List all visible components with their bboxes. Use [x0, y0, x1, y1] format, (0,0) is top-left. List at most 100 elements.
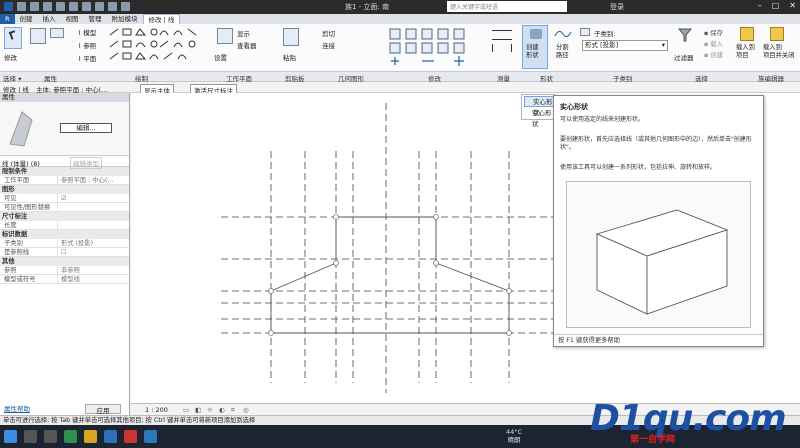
close-button[interactable]: ✕	[789, 1, 796, 10]
property-row[interactable]: 工作平面 参照平面 : 中心(...	[0, 176, 129, 185]
profile-outline[interactable]	[270, 216, 510, 334]
void-form-item[interactable]: 空心形状	[524, 108, 554, 128]
show-workplane-button[interactable]: 显示	[237, 28, 250, 38]
revit-icon[interactable]	[144, 430, 157, 443]
measure-icon[interactable]	[82, 2, 91, 11]
ref-plane-button[interactable]: ⌇ 平面	[78, 53, 96, 63]
load-and-close-icon	[770, 27, 784, 41]
load-selection-button[interactable]: ▪ 载入	[704, 39, 723, 48]
property-section-header[interactable]: 尺寸标注	[0, 212, 129, 221]
app-tab[interactable]: R	[0, 14, 15, 24]
crop-icon[interactable]: ⌗	[231, 406, 235, 415]
search-input[interactable]: 键入关键字或短语	[447, 1, 567, 12]
solid-form-item[interactable]: 实心形状	[524, 96, 554, 117]
property-section-header[interactable]: 图形	[0, 185, 129, 194]
text-icon[interactable]	[95, 2, 104, 11]
property-value[interactable]: 模型线	[58, 275, 129, 283]
create-form-button[interactable]: 创建 形状	[522, 25, 548, 69]
shadows-icon[interactable]: ◐	[219, 406, 225, 414]
property-key: 长度	[0, 221, 58, 229]
switch-windows-icon[interactable]	[121, 2, 130, 11]
edit-type-button[interactable]: 编辑类型	[70, 157, 102, 169]
property-row[interactable]: 子类别 形式 (投影)	[0, 239, 129, 248]
tooltip-title: 实心形状	[560, 103, 588, 111]
search-icon[interactable]	[24, 430, 37, 443]
app-menu-icon[interactable]	[4, 2, 13, 11]
visual-style-icon[interactable]: ◧	[195, 406, 201, 414]
load-into-project-button[interactable]: 载入到 项目	[736, 44, 755, 60]
save-icon[interactable]	[30, 2, 39, 11]
property-row[interactable]: 参照 非参照	[0, 266, 129, 275]
undo-icon[interactable]	[43, 2, 52, 11]
modify-button[interactable]	[4, 27, 22, 49]
view-scale[interactable]: 1 : 200	[145, 406, 168, 414]
property-row[interactable]: 可见性/图形替换	[0, 203, 129, 212]
cut-button[interactable]: 剪切	[322, 28, 335, 38]
split-path-button[interactable]: 分割 路径	[556, 44, 569, 60]
filter-icon[interactable]	[677, 28, 693, 42]
draw-tools[interactable]	[108, 27, 204, 65]
sun-path-icon[interactable]: ☼	[207, 406, 213, 414]
property-value[interactable]: 非参照	[58, 266, 129, 274]
properties-button[interactable]	[30, 28, 46, 44]
subcategory-select[interactable]: 形式 [投影] ▾	[582, 40, 668, 51]
tab-addins[interactable]: 附加模块	[107, 14, 143, 24]
dimension-icon[interactable]	[492, 44, 512, 52]
filter-button[interactable]: 过滤器	[674, 52, 694, 62]
property-value[interactable]: 形式 (投影)	[58, 239, 129, 247]
save-selection-button[interactable]: ▪ 保存	[704, 28, 723, 37]
property-value[interactable]: ☑	[58, 194, 129, 202]
login-link[interactable]: 登录	[610, 2, 624, 12]
folder-icon[interactable]	[84, 430, 97, 443]
edit-visibility-button[interactable]: 编辑...	[60, 123, 112, 133]
redo-icon[interactable]	[56, 2, 65, 11]
create-form-label: 创建 形状	[526, 44, 539, 59]
print-icon[interactable]	[69, 2, 78, 11]
extrusion-box-icon	[595, 209, 729, 315]
tab-create[interactable]: 创建	[15, 14, 38, 24]
set-workplane-button[interactable]	[217, 28, 233, 44]
paste-button[interactable]	[283, 28, 299, 46]
minimize-button[interactable]: –	[758, 1, 762, 10]
apply-button[interactable]: 应用	[85, 404, 121, 415]
property-value[interactable]	[58, 203, 129, 211]
property-section-header[interactable]: 其他	[0, 257, 129, 266]
tab-view[interactable]: 视图	[61, 14, 84, 24]
windows-start-icon[interactable]	[4, 430, 17, 443]
tab-manage[interactable]: 管理	[84, 14, 107, 24]
property-value[interactable]: ☐	[58, 248, 129, 256]
weather-widget[interactable]: 44°C 晴朗	[506, 428, 522, 444]
tab-insert[interactable]: 插入	[38, 14, 61, 24]
app-icon-2[interactable]	[124, 430, 137, 443]
viewer-button[interactable]: 查看器	[237, 40, 257, 50]
property-section-header[interactable]: 标识数据	[0, 230, 129, 239]
edit-selection-button[interactable]: ▪ 创建	[704, 50, 723, 59]
line-type-icon	[9, 111, 33, 147]
property-row[interactable]: 长度	[0, 221, 129, 230]
detail-level-icon[interactable]: ▭	[183, 406, 189, 414]
tab-modify-line[interactable]: 修改 | 线	[142, 14, 181, 24]
type-properties-button[interactable]	[50, 28, 64, 38]
property-value[interactable]: 参照平面 : 中心(...	[58, 176, 129, 184]
join-button[interactable]: 连接	[322, 40, 335, 50]
3d-view-icon[interactable]	[108, 2, 117, 11]
property-row[interactable]: 可见 ☑	[0, 194, 129, 203]
ref-line-button[interactable]: ⌇ 参照	[78, 40, 96, 50]
hide-icon[interactable]: ◎	[243, 406, 249, 414]
property-value[interactable]	[58, 221, 129, 229]
property-row[interactable]: 模型或符号 模型线	[0, 275, 129, 284]
browser-icon[interactable]	[104, 430, 117, 443]
property-row[interactable]: 是参照线 ☐	[0, 248, 129, 257]
modify-tools[interactable]	[388, 27, 490, 67]
task-view-icon[interactable]	[44, 430, 57, 443]
load-into-project-close-button[interactable]: 载入到 项目并关闭	[763, 44, 794, 60]
maximize-button[interactable]: □	[772, 1, 780, 10]
measure-icon[interactable]	[492, 30, 512, 40]
quick-access-toolbar	[4, 2, 130, 11]
type-selector[interactable]: 线 (体量) (8) 编辑类型	[0, 156, 129, 169]
app-icon-1[interactable]	[64, 430, 77, 443]
properties-help-link[interactable]: 属性帮助	[4, 403, 30, 413]
model-line-button[interactable]: ⌇ 模型	[78, 27, 96, 37]
open-icon[interactable]	[17, 2, 26, 11]
property-section-header[interactable]: 限制条件	[0, 167, 129, 176]
